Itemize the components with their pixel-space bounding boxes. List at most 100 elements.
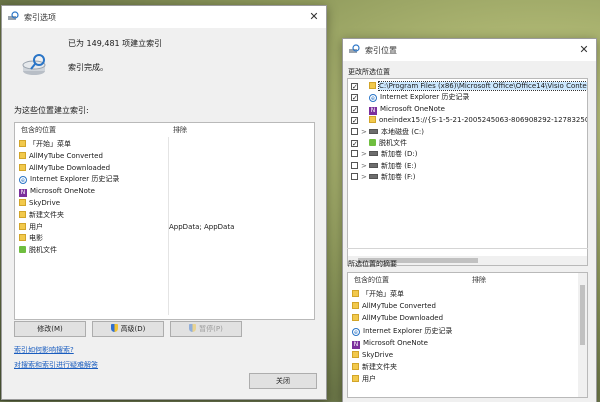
col-exclude-header[interactable]: 排除 bbox=[468, 273, 486, 287]
location-name: 「开始」菜单 bbox=[362, 290, 404, 298]
folder-icon bbox=[19, 234, 26, 242]
drive-icon bbox=[369, 174, 378, 180]
tree-item[interactable]: ✓ oneindex15://{S-1-5-21-2005245063-80690… bbox=[351, 115, 588, 126]
scrollbar-thumb[interactable] bbox=[580, 285, 585, 345]
col-exclude-header[interactable]: 排除 bbox=[169, 123, 187, 137]
folder-icon bbox=[19, 151, 26, 159]
table-row[interactable]: e Internet Explorer 历史记录 bbox=[352, 326, 452, 337]
table-row[interactable]: 「开始」菜单 bbox=[352, 289, 404, 300]
location-name: 新建文件夹 bbox=[362, 363, 397, 372]
table-row[interactable]: SkyDrive bbox=[19, 198, 309, 209]
table-row[interactable]: 电影 bbox=[19, 233, 309, 244]
col-included-header[interactable]: 包含的位置 bbox=[17, 123, 56, 137]
watermark-subtext: XITONGCHENG.COM bbox=[486, 386, 548, 393]
checkbox[interactable] bbox=[351, 173, 358, 181]
table-row[interactable]: AllMyTube Downloaded bbox=[19, 163, 309, 174]
location-name: 电影 bbox=[29, 234, 43, 243]
tree-item[interactable]: ✓ e Internet Explorer 历史记录 bbox=[351, 92, 469, 103]
tree-item[interactable]: > 新加卷 (D:) bbox=[351, 149, 417, 160]
chevron-right-icon[interactable]: > bbox=[361, 127, 369, 138]
section-label: 为这些位置建立索引: bbox=[14, 106, 89, 115]
table-row[interactable]: AllMyTube Downloaded bbox=[352, 313, 443, 324]
onenote-icon: N bbox=[19, 189, 27, 198]
table-row[interactable]: 「开始」菜单 bbox=[19, 139, 309, 150]
close-window-button[interactable]: ✕ bbox=[576, 42, 592, 58]
folder-icon bbox=[19, 210, 26, 218]
uac-shield-icon bbox=[110, 324, 118, 332]
title-bar[interactable]: 索引位置 ✕ bbox=[343, 39, 596, 61]
drive-icon bbox=[369, 128, 378, 134]
table-row[interactable]: AllMyTube Converted bbox=[19, 151, 309, 162]
location-name: AllMyTube Converted bbox=[362, 302, 436, 311]
tree-item[interactable]: ✓ N Microsoft OneNote bbox=[351, 104, 445, 115]
checkbox[interactable] bbox=[351, 150, 358, 158]
window-title: 索引位置 bbox=[365, 46, 397, 55]
advanced-button[interactable]: 高级(D) bbox=[92, 321, 164, 337]
tree-item[interactable]: > 新加卷 (E:) bbox=[351, 161, 416, 172]
tree-item-label: 本地磁盘 (C:) bbox=[381, 127, 424, 136]
folder-icon bbox=[352, 302, 359, 310]
tree-item[interactable]: ✓ 脱机文件 bbox=[351, 138, 407, 149]
table-row[interactable]: N Microsoft OneNote bbox=[19, 186, 309, 198]
how-search-link[interactable]: 索引如何影响搜索? bbox=[14, 345, 74, 355]
close-button[interactable]: 关闭 bbox=[249, 373, 317, 389]
checkbox[interactable]: ✓ bbox=[351, 117, 358, 125]
advanced-label: 高级(D) bbox=[120, 325, 146, 333]
title-bar[interactable]: 索引选项 ✕ bbox=[2, 6, 326, 28]
location-name: Internet Explorer 历史记录 bbox=[363, 326, 453, 335]
table-row[interactable]: e Internet Explorer 历史记录 bbox=[19, 174, 309, 185]
location-name: AllMyTube Converted bbox=[29, 151, 103, 160]
modify-button[interactable]: 修改(M) bbox=[14, 321, 86, 337]
tree-item-label: oneindex15://{S-1-5-21-2005245063-806908… bbox=[379, 116, 588, 125]
table-row[interactable]: AllMyTube Converted bbox=[352, 301, 436, 312]
checkbox[interactable]: ✓ bbox=[351, 83, 358, 91]
table-row[interactable]: 脱机文件 bbox=[19, 245, 309, 256]
indexing-drive-icon bbox=[22, 54, 46, 75]
location-name: 用户 bbox=[29, 222, 43, 231]
uac-shield-icon bbox=[189, 324, 197, 332]
table-row[interactable]: 新建文件夹 bbox=[19, 210, 309, 221]
folder-icon bbox=[369, 116, 376, 124]
location-name: Internet Explorer 历史记录 bbox=[30, 175, 120, 184]
summary-label: 所选位置的摘要 bbox=[348, 260, 397, 268]
table-row[interactable]: N Microsoft OneNote bbox=[352, 338, 428, 349]
tree-item[interactable]: > 本地磁盘 (C:) bbox=[351, 127, 424, 138]
tree-item[interactable]: > 新加卷 (F:) bbox=[351, 172, 416, 183]
col-included-header[interactable]: 包含的位置 bbox=[350, 273, 389, 287]
magnifier-drive-icon bbox=[8, 11, 19, 20]
tree-item-label: 新加卷 (D:) bbox=[381, 150, 418, 159]
troubleshoot-link[interactable]: 对搜索和索引进行疑难解答 bbox=[14, 360, 98, 370]
location-name: AllMyTube Downloaded bbox=[29, 163, 111, 172]
tree-item-label: 新加卷 (F:) bbox=[381, 173, 416, 182]
location-name: Microsoft OneNote bbox=[363, 338, 428, 347]
table-row[interactable]: SkyDrive bbox=[352, 350, 393, 361]
location-name: 脱机文件 bbox=[29, 246, 57, 255]
checkbox[interactable]: ✓ bbox=[351, 105, 358, 113]
location-name: 「开始」菜单 bbox=[29, 140, 71, 148]
pause-label: 暂停(P) bbox=[199, 325, 223, 333]
folder-icon bbox=[19, 163, 26, 171]
index-status: 索引完成。 bbox=[68, 63, 108, 72]
ie-icon: e bbox=[19, 176, 27, 185]
watermark-text: 系统城 bbox=[484, 363, 551, 388]
folder-icon bbox=[352, 314, 359, 322]
table-row[interactable]: 用户 bbox=[352, 374, 376, 385]
close-window-button[interactable]: ✕ bbox=[306, 9, 322, 25]
onenote-icon: N bbox=[352, 340, 360, 349]
pause-button[interactable]: 暂停(P) bbox=[170, 321, 242, 337]
vertical-scrollbar[interactable] bbox=[578, 273, 587, 397]
checkbox[interactable]: ✓ bbox=[351, 140, 358, 148]
table-row[interactable]: 用户 AppData; AppData bbox=[19, 222, 309, 233]
table-row[interactable]: 新建文件夹 bbox=[352, 362, 397, 373]
checkbox[interactable]: ✓ bbox=[351, 94, 358, 102]
location-name: SkyDrive bbox=[362, 351, 394, 359]
chevron-right-icon[interactable]: > bbox=[361, 149, 369, 160]
folder-icon bbox=[19, 140, 26, 147]
chevron-right-icon[interactable]: > bbox=[361, 161, 369, 172]
folder-icon bbox=[19, 222, 26, 230]
checkbox[interactable] bbox=[351, 161, 358, 169]
locations-tree: ✓ C:\Program Files (x86)\Microsoft Office… bbox=[347, 78, 588, 266]
chevron-right-icon[interactable]: > bbox=[361, 172, 369, 183]
tree-item[interactable]: ✓ C:\Program Files (x86)\Microsoft Office… bbox=[351, 81, 587, 92]
checkbox[interactable] bbox=[351, 127, 358, 135]
